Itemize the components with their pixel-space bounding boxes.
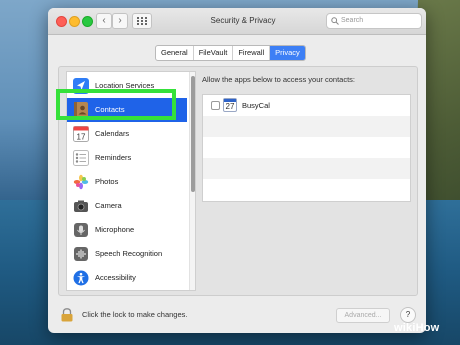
empty-list-row (203, 116, 410, 137)
sidebar-item-label: Photos (95, 177, 119, 186)
speech-waveform-icon (73, 246, 89, 262)
sidebar-item-camera[interactable]: Camera (67, 194, 187, 218)
search-placeholder: Search (341, 17, 364, 24)
show-all-button[interactable] (132, 13, 152, 29)
sidebar-scrollbar[interactable] (189, 72, 195, 290)
sidebar-item-photos[interactable]: Photos (67, 170, 187, 194)
reminders-list-icon (73, 150, 89, 166)
sidebar-item-accessibility[interactable]: Accessibility (67, 266, 187, 290)
sidebar-item-location-services[interactable]: Location Services (67, 74, 187, 98)
sidebar-item-speech-recognition[interactable]: Speech Recognition (67, 242, 187, 266)
busycal-calendar-icon: 27 (223, 98, 237, 112)
tab-firewall[interactable]: Firewall (233, 46, 271, 60)
grid-icon (137, 17, 147, 25)
sidebar-item-label: Reminders (95, 153, 132, 162)
contacts-book-icon (73, 102, 89, 118)
sidebar-item-contacts[interactable]: Contacts (67, 98, 187, 122)
tab-bar: General FileVault Firewall Privacy (155, 45, 306, 61)
tab-filevault[interactable]: FileVault (194, 46, 234, 60)
preferences-window: ‹ › Security & Privacy Search General Fi… (48, 8, 426, 333)
empty-list-row (203, 137, 410, 158)
zoom-button[interactable] (82, 16, 93, 27)
location-arrow-icon (73, 78, 89, 94)
wikihow-watermark: wikiHow (394, 322, 440, 334)
calendar-icon: 17 (73, 126, 89, 142)
app-access-checkbox[interactable] (211, 101, 220, 110)
title-bar: ‹ › Security & Privacy Search (48, 8, 426, 35)
photos-flower-icon (73, 174, 89, 190)
search-field[interactable]: Search (326, 13, 422, 29)
camera-icon (73, 198, 89, 214)
forward-button[interactable]: › (112, 13, 128, 29)
advanced-button[interactable]: Advanced... (336, 308, 390, 323)
sidebar-item-label: Calendars (95, 129, 130, 138)
search-icon (331, 17, 339, 25)
sidebar-item-label: Camera (95, 201, 122, 210)
empty-list-row (203, 158, 410, 179)
app-access-list: 27 BusyCal (202, 94, 411, 202)
svg-text:17: 17 (77, 133, 86, 142)
back-button[interactable]: ‹ (96, 13, 112, 29)
sidebar-item-label: Contacts (95, 105, 125, 114)
lock-icon[interactable] (60, 308, 74, 322)
sidebar-item-label: Location Services (95, 81, 155, 90)
app-row-busycal[interactable]: 27 BusyCal (203, 95, 410, 116)
empty-list-row (203, 179, 410, 200)
privacy-category-list: Location Services Contacts 17 Calendars … (66, 71, 196, 291)
minimize-button[interactable] (69, 16, 80, 27)
sidebar-item-label: Accessibility (95, 273, 136, 282)
sidebar-item-microphone[interactable]: Microphone (67, 218, 187, 242)
sidebar-item-label: Microphone (95, 225, 135, 234)
chevron-right-icon: › (118, 15, 122, 26)
microphone-icon (73, 222, 89, 238)
sidebar-item-reminders[interactable]: Reminders (67, 146, 187, 170)
sidebar-item-label: Speech Recognition (95, 249, 163, 258)
lock-instruction: Click the lock to make changes. (82, 310, 188, 319)
close-button[interactable] (56, 16, 67, 27)
sidebar-item-calendars[interactable]: 17 Calendars (67, 122, 187, 146)
accessibility-person-icon (73, 270, 89, 286)
tab-privacy[interactable]: Privacy (270, 46, 305, 60)
sidebar-scroll-thumb[interactable] (191, 76, 195, 192)
app-name: BusyCal (242, 101, 270, 110)
help-button[interactable]: ? (400, 307, 416, 323)
privacy-panel: Location Services Contacts 17 Calendars … (56, 66, 418, 296)
window-title: Security & Privacy (210, 16, 276, 25)
chevron-left-icon: ‹ (102, 15, 106, 26)
access-description: Allow the apps below to access your cont… (202, 75, 355, 84)
tab-general[interactable]: General (156, 46, 194, 60)
